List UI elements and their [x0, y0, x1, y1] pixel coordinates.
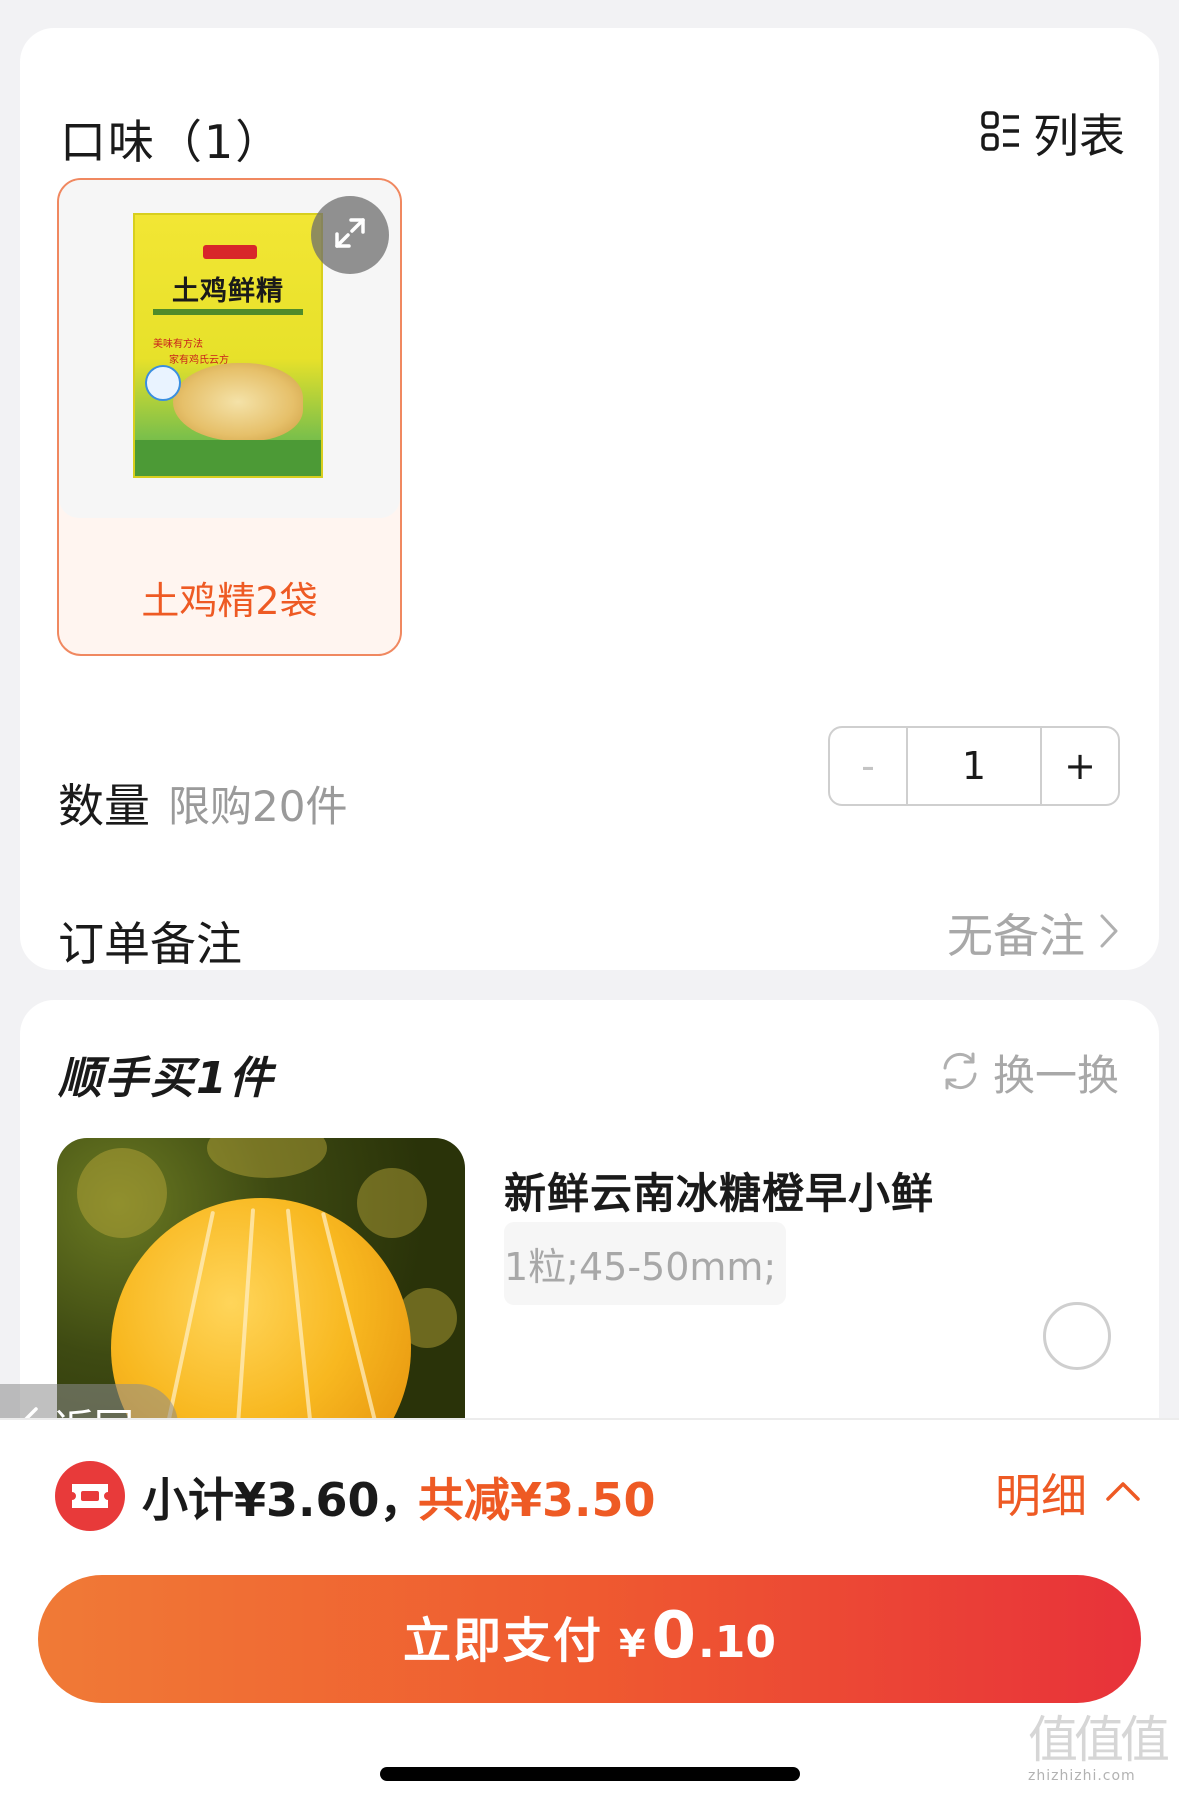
package-chicken-photo — [173, 363, 303, 441]
pay-currency: ¥ — [619, 1622, 646, 1666]
order-remark-label: 订单备注 — [58, 917, 242, 971]
flavor-option-card[interactable]: 土鸡鲜精 美味有方法 家有鸡氏云方 土鸡精2袋 — [57, 178, 402, 656]
chevron-right-icon — [1099, 913, 1119, 953]
grid-list-icon — [981, 111, 1021, 155]
subtotal-text: 小计¥3.60， — [142, 1473, 426, 1527]
package-divider — [153, 309, 303, 315]
expand-image-button[interactable] — [311, 196, 389, 274]
quantity-stepper: - 1 + — [828, 726, 1120, 806]
flavor-option-label: 土鸡精2袋 — [141, 579, 318, 623]
list-view-label: 列表 — [1033, 109, 1125, 163]
flavor-card: 口味（1） 列表 土鸡鲜精 美味有方法 家有鸡氏云方 土鸡精2袋 数量 限购20… — [20, 28, 1159, 971]
addon-select-radio[interactable] — [1043, 1302, 1111, 1370]
quantity-label: 数量 — [58, 779, 150, 833]
package-seal — [145, 365, 181, 401]
product-package-image: 土鸡鲜精 美味有方法 家有鸡氏云方 — [133, 213, 323, 478]
swap-label: 换一换 — [992, 1051, 1119, 1100]
swap-button[interactable]: 换一换 — [937, 1042, 1119, 1103]
ticket-icon — [55, 1461, 125, 1531]
pay-now-button[interactable]: 立即支付 ¥ 0 .10 — [38, 1575, 1141, 1703]
chevron-up-icon — [1105, 1480, 1141, 1506]
pay-amount-integer: 0 — [651, 1599, 697, 1673]
quantity-increase-button[interactable]: + — [1040, 728, 1118, 804]
bokeh — [207, 1138, 327, 1178]
flavor-title: 口味（1） — [60, 115, 284, 169]
list-view-toggle[interactable]: 列表 — [981, 100, 1125, 166]
package-bottom-band — [135, 440, 321, 476]
quantity-value[interactable]: 1 — [908, 728, 1040, 804]
order-remark-value: 无备注 — [947, 909, 1085, 963]
quantity-limit: 限购20件 — [168, 782, 348, 831]
addon-product-spec: 1粒;45-50mm; — [504, 1222, 787, 1305]
pay-amount-decimal: .10 — [698, 1617, 776, 1668]
order-remark-field[interactable]: 无备注 — [947, 900, 1119, 966]
expand-icon — [329, 212, 371, 258]
package-brand-badge — [203, 245, 257, 259]
quantity-decrease-button[interactable]: - — [830, 728, 908, 804]
price-detail-label: 明细 — [995, 1469, 1087, 1523]
pay-now-label: 立即支付 — [403, 1613, 604, 1669]
bokeh — [357, 1168, 427, 1238]
checkout-bar: 小计¥3.60， 共减¥3.50 明细 立即支付 ¥ 0 .10 — [0, 1418, 1179, 1801]
price-detail-button[interactable]: 明细 — [995, 1460, 1141, 1526]
addon-title: 顺手买1件 — [58, 1053, 275, 1104]
package-title: 土鸡鲜精 — [172, 276, 284, 307]
refresh-icon — [937, 1048, 983, 1098]
discount-text: 共减¥3.50 — [418, 1473, 656, 1527]
bokeh — [77, 1148, 167, 1238]
addon-card: 顺手买1件 换一换 新鲜云南冰糖橙早小鲜 1粒;45-50mm; — [20, 1000, 1159, 1470]
home-indicator[interactable] — [380, 1767, 800, 1781]
addon-product-name[interactable]: 新鲜云南冰糖橙早小鲜 — [504, 1160, 934, 1221]
